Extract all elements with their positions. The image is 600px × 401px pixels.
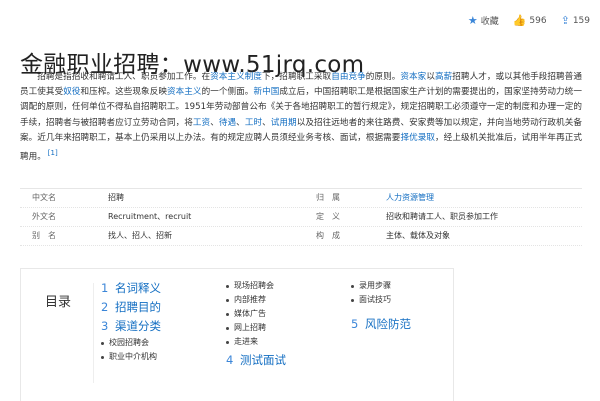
share-count: 159	[572, 15, 590, 26]
toc-divider	[93, 283, 94, 383]
info-box: 中文名 招聘 归 属 人力资源管理外文名 Recruitment、recruit 定 义 招…	[20, 188, 582, 246]
info-value: 招收和聘请工人、职员参加工作	[386, 212, 498, 221]
inline-link[interactable]: 自由竞争	[331, 72, 366, 82]
share-button[interactable]: ⇪ 159	[561, 14, 590, 27]
info-value: 主体、载体及对象	[386, 231, 450, 240]
info-value: 招聘	[108, 193, 124, 202]
toc-subsection-link[interactable]: 现场招聘会	[226, 279, 286, 293]
paragraph-text: 下，招聘职工采取	[262, 72, 332, 82]
info-key: 构 成	[316, 231, 340, 240]
paragraph-text: 招聘是指招收和聘请工人、职员参加工作。在	[37, 72, 211, 82]
toc-section-label: 招聘目的	[115, 300, 161, 314]
info-row: 外文名 Recruitment、recruit 定 义 招收和聘请工人、职员参加工作	[20, 208, 582, 227]
info-key: 定 义	[316, 212, 340, 221]
toc-subsection-link[interactable]: 校园招聘会	[101, 336, 161, 350]
toc-section-label: 风险防范	[365, 317, 411, 331]
toc-subsection-link[interactable]: 走进来	[226, 335, 286, 349]
inline-link[interactable]: 工资	[193, 118, 210, 128]
inline-link[interactable]: 工时	[245, 118, 262, 128]
thumbs-up-icon: 👍	[512, 14, 527, 27]
toc-section-link[interactable]: 5 风险防范	[351, 315, 411, 334]
paragraph-text: 、	[262, 117, 271, 128]
toc-subsection-link[interactable]: 网上招聘	[226, 321, 286, 335]
info-value: 找人、招人、招新	[108, 231, 172, 240]
favorite-label: 收藏	[480, 17, 499, 27]
paragraph-text: 、	[210, 117, 219, 128]
toc-section-link[interactable]: 2 招聘目的	[101, 298, 161, 317]
toc-subsection-link[interactable]: 媒体广告	[226, 307, 286, 321]
toc-section-label: 测试面试	[240, 353, 286, 367]
paragraph-text: 以	[426, 72, 435, 82]
toc-column: 录用步骤 面试技巧 5 风险防范	[351, 279, 411, 334]
info-row: 别 名 找人、招人、招新 构 成 主体、载体及对象	[20, 227, 582, 246]
toolbar: ★ 收藏 👍 596 ⇪ 159	[468, 14, 590, 27]
inline-link[interactable]: 高薪	[435, 72, 452, 82]
info-row: 中文名 招聘 归 属 人力资源管理	[20, 189, 582, 208]
toc-section-link[interactable]: 3 渠道分类	[101, 317, 161, 336]
inline-link[interactable]: 试用期	[271, 118, 297, 128]
toc-section-link[interactable]: 4 测试面试	[226, 351, 286, 370]
toc-column: 1 名词释义 2 招聘目的 3 渠道分类校园招聘会 职业中介机构	[101, 279, 161, 364]
toc-section-number: 4	[226, 353, 234, 367]
toc-title: 目录	[45, 295, 72, 310]
toc-section-link[interactable]: 1 名词释义	[101, 279, 161, 298]
paragraph-text: 、	[236, 117, 245, 128]
inline-link[interactable]: 待遇	[219, 118, 236, 128]
toc-section-number: 3	[101, 319, 109, 333]
info-key: 别 名	[32, 231, 56, 240]
info-key: 归 属	[316, 193, 340, 202]
info-value-link[interactable]: 人力资源管理	[386, 189, 582, 207]
like-count: 596	[529, 15, 547, 26]
inline-link[interactable]: 资本主义制度	[210, 72, 262, 82]
toc-section-label: 渠道分类	[115, 319, 161, 333]
inline-link[interactable]: 择优录取	[400, 133, 435, 143]
toc-column: 现场招聘会 内部推荐 媒体广告 网上招聘 走进来 4 测试面试	[226, 279, 286, 370]
info-value: Recruitment、recruit	[108, 212, 192, 221]
toc-subsection-link[interactable]: 面试技巧	[351, 293, 411, 307]
toc-section-label: 名词释义	[115, 281, 161, 295]
info-key: 中文名	[32, 193, 56, 202]
inline-link[interactable]: 新中国	[253, 87, 279, 97]
citation-link[interactable]: [1]	[48, 149, 58, 157]
favorite-button[interactable]: ★ 收藏	[468, 14, 499, 27]
like-button[interactable]: 👍 596	[513, 14, 547, 27]
table-of-contents: 目录 1 名词释义 2 招聘目的 3 渠道分类校园招聘会 职业中介机构 现场招聘会 内部推荐媒…	[20, 268, 454, 401]
toc-subsection-link[interactable]: 录用步骤	[351, 279, 411, 293]
toc-subsection-link[interactable]: 职业中介机构	[101, 350, 161, 364]
paragraph-text: 的一个侧面。	[201, 87, 254, 98]
paragraph-text: 的原则。	[365, 72, 401, 82]
inline-link[interactable]: 资本主义	[167, 87, 202, 97]
summary-paragraph: 招聘是指招收和聘请工人、职员参加工作。在资本主义制度下，招聘职工采取自由竞争的原…	[20, 70, 582, 165]
paragraph-text: 和压榨。这些现象反映	[80, 87, 167, 98]
toc-section-number: 1	[101, 281, 109, 295]
toc-section-number: 5	[351, 317, 359, 331]
info-key: 外文名	[32, 212, 56, 221]
star-icon: ★	[467, 14, 478, 27]
toc-section-number: 2	[101, 300, 109, 314]
toc-subsection-link[interactable]: 内部推荐	[226, 293, 286, 307]
inline-link[interactable]: 奴役	[63, 87, 80, 97]
share-icon: ⇪	[560, 14, 570, 27]
inline-link[interactable]: 资本家	[400, 72, 426, 82]
